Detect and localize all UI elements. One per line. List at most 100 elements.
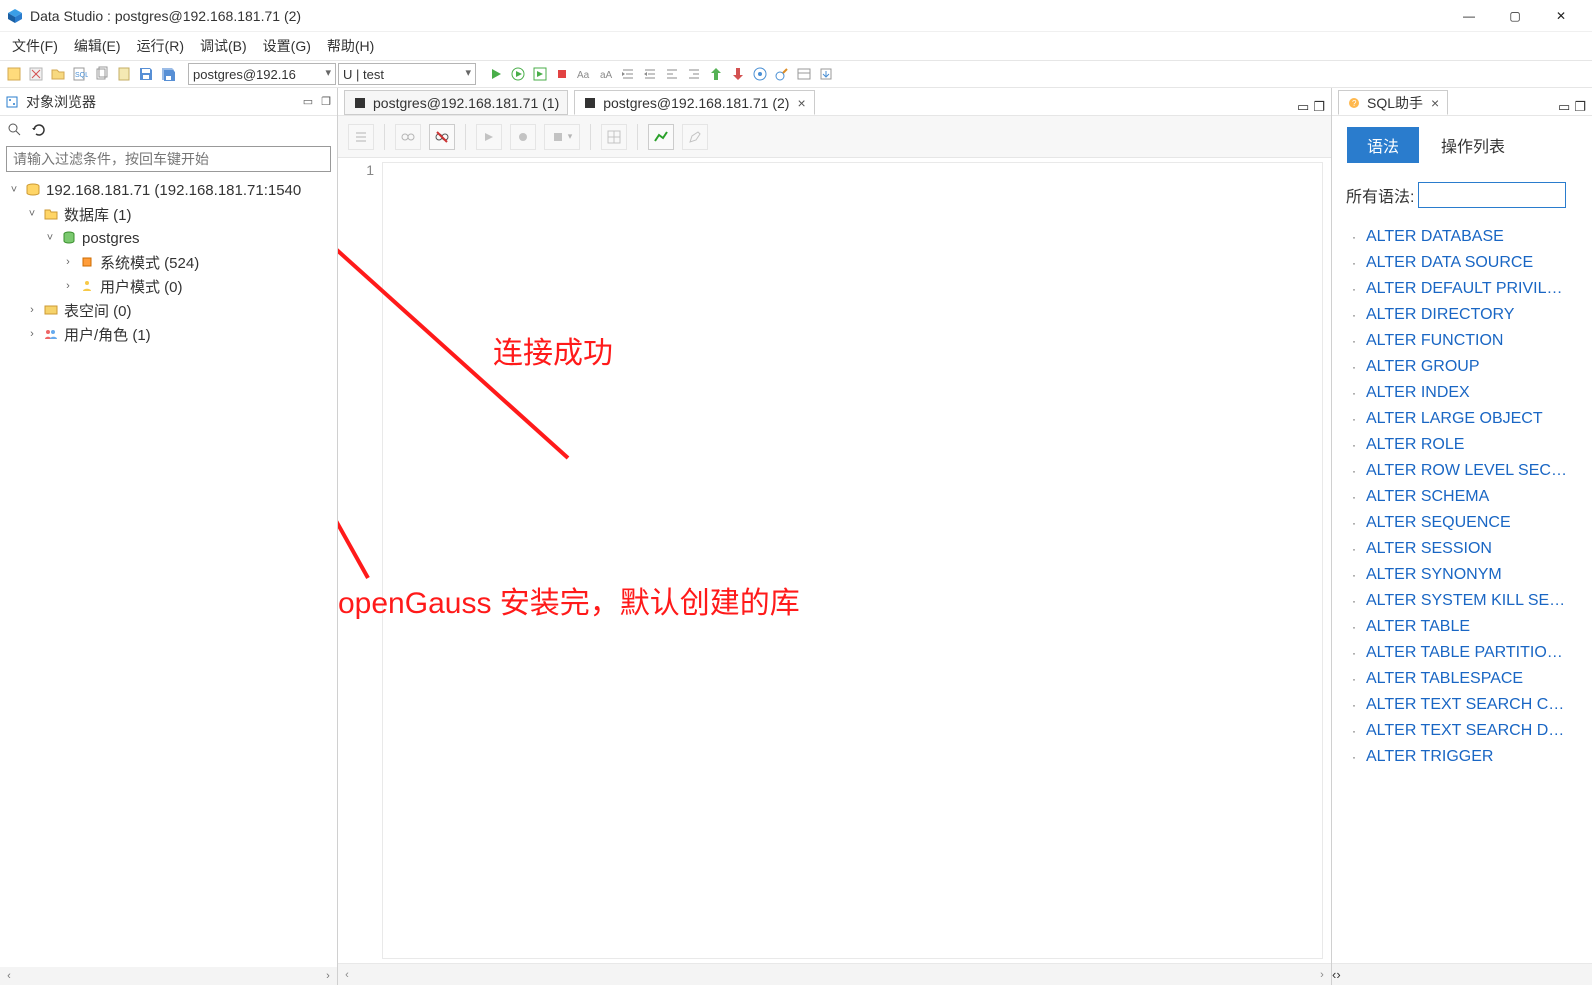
tree-system-schema-node[interactable]: › 系统模式 (524) [0,250,337,274]
menu-edit[interactable]: 编辑(E) [66,32,129,60]
run-new-icon[interactable] [530,64,550,84]
tree-user-schema-node[interactable]: › 用户模式 (0) [0,274,337,298]
sql-syntax-item[interactable]: ·ALTER TRIGGER [1346,744,1588,770]
save-all-icon[interactable] [158,64,178,84]
close-icon[interactable]: × [1431,95,1439,111]
plan-icon[interactable] [794,64,814,84]
new-sql-icon[interactable]: SQL [70,64,90,84]
menu-run[interactable]: 运行(R) [129,32,192,60]
sql-filter-input[interactable] [1418,182,1566,208]
connection-combo[interactable]: postgres@192.16 [188,63,336,85]
rollback-icon[interactable] [728,64,748,84]
sql-syntax-item[interactable]: ·ALTER TABLESPACE [1346,666,1588,692]
object-browser-hscrollbar[interactable]: ‹ › [0,967,337,985]
tree-users-roles-node[interactable]: › 用户/角色 (1) [0,322,337,346]
run-selected-icon[interactable] [508,64,528,84]
menu-file[interactable]: 文件(F) [4,32,66,60]
explain-icon[interactable] [750,64,770,84]
sql-syntax-item[interactable]: ·ALTER ROLE [1346,432,1588,458]
stop-icon[interactable] [552,64,572,84]
refresh-icon[interactable] [30,121,48,139]
sql-syntax-item[interactable]: ·ALTER SCHEMA [1346,484,1588,510]
panel-minimize-icon[interactable]: ▭ [1558,99,1570,115]
window-close-button[interactable]: ✕ [1538,0,1584,32]
scroll-right-icon[interactable]: › [319,967,337,985]
panel-restore-icon[interactable]: ❐ [1574,99,1586,115]
open-icon[interactable] [48,64,68,84]
scroll-left-icon[interactable]: ‹ [338,966,356,984]
chevron-down-icon[interactable]: ˅ [42,230,58,246]
chevron-down-icon[interactable]: ˅ [6,182,22,198]
tree-databases-node[interactable]: ˅ 数据库 (1) [0,202,337,226]
chevron-right-icon[interactable]: › [60,254,76,270]
run-icon[interactable] [486,64,506,84]
new-conn-icon[interactable] [4,64,24,84]
sql-syntax-item[interactable]: ·ALTER TEXT SEARCH D… [1346,718,1588,744]
sql-syntax-item[interactable]: ·ALTER TABLE PARTITIO… [1346,640,1588,666]
scroll-right-icon[interactable]: › [1313,966,1331,984]
indent-icon[interactable] [618,64,638,84]
code-textarea[interactable] [382,162,1323,959]
panel-minimize-icon[interactable]: ▭ [301,95,315,109]
sql-syntax-item[interactable]: ·ALTER TEXT SEARCH C… [1346,692,1588,718]
editor-tab-1[interactable]: postgres@192.168.181.71 (1) [344,90,568,115]
search-icon[interactable] [6,121,24,139]
et-chart-button[interactable] [648,124,674,150]
sql-syntax-item[interactable]: ·ALTER TABLE [1346,614,1588,640]
sql-syntax-item[interactable]: ·ALTER DATABASE [1346,224,1588,250]
schema-combo[interactable]: U | test [338,63,476,85]
et-break-button[interactable] [429,124,455,150]
scroll-right-icon[interactable]: › [1336,967,1340,982]
tree-server-node[interactable]: ˅ 192.168.181.71 (192.168.181.71:1540 [0,178,337,202]
sql-syntax-item[interactable]: ·ALTER SEQUENCE [1346,510,1588,536]
editor-hscrollbar[interactable]: ‹ › [338,963,1331,985]
subtab-syntax[interactable]: 语法 [1346,126,1420,164]
format-icon[interactable]: Aa [574,64,594,84]
tree-tablespaces-node[interactable]: › 表空间 (0) [0,298,337,322]
schema-combo-value: U | test [343,67,384,82]
sql-helper-tab[interactable]: ? SQL助手 × [1338,90,1448,115]
scroll-left-icon[interactable]: ‹ [0,967,18,985]
remove-conn-icon[interactable] [26,64,46,84]
align-right-icon[interactable] [684,64,704,84]
menu-debug[interactable]: 调试(B) [192,32,255,60]
window-minimize-button[interactable]: — [1446,0,1492,32]
sql-syntax-item[interactable]: ·ALTER DIRECTORY [1346,302,1588,328]
align-left-icon[interactable] [662,64,682,84]
sql-syntax-item[interactable]: ·ALTER SYNONYM [1346,562,1588,588]
sql-syntax-item[interactable]: ·ALTER GROUP [1346,354,1588,380]
commit-icon[interactable] [706,64,726,84]
copy-icon[interactable] [92,64,112,84]
tree-db-node[interactable]: ˅ postgres [0,226,337,250]
editor-area: postgres@192.168.181.71 (1) postgres@192… [338,88,1332,985]
window-maximize-button[interactable]: ▢ [1492,0,1538,32]
export-icon[interactable] [816,64,836,84]
sql-syntax-item[interactable]: ·ALTER DATA SOURCE [1346,250,1588,276]
sql-syntax-item[interactable]: ·ALTER INDEX [1346,380,1588,406]
paste-icon[interactable] [114,64,134,84]
sql-syntax-item[interactable]: ·ALTER SYSTEM KILL SE… [1346,588,1588,614]
sql-syntax-item[interactable]: ·ALTER DEFAULT PRIVIL… [1346,276,1588,302]
editor-tab-2[interactable]: postgres@192.168.181.71 (2) × [574,90,814,115]
close-icon[interactable]: × [797,95,805,111]
chevron-down-icon[interactable]: ˅ [24,206,40,222]
filter-input[interactable] [6,146,331,172]
chevron-right-icon[interactable]: › [24,326,40,342]
uppercase-icon[interactable]: aA [596,64,616,84]
sql-syntax-item[interactable]: ·ALTER LARGE OBJECT [1346,406,1588,432]
chevron-right-icon[interactable]: › [60,278,76,294]
save-icon[interactable] [136,64,156,84]
panel-restore-icon[interactable]: ❐ [1313,99,1325,115]
menu-help[interactable]: 帮助(H) [319,32,382,60]
sql-syntax-item[interactable]: ·ALTER FUNCTION [1346,328,1588,354]
outdent-icon[interactable] [640,64,660,84]
explain-analyze-icon[interactable] [772,64,792,84]
menu-settings[interactable]: 设置(G) [255,32,319,60]
sql-syntax-item[interactable]: ·ALTER ROW LEVEL SEC… [1346,458,1588,484]
panel-restore-icon[interactable]: ❐ [319,95,333,109]
chevron-right-icon[interactable]: › [24,302,40,318]
panel-minimize-icon[interactable]: ▭ [1297,99,1309,115]
sql-helper-hscrollbar[interactable]: ‹ › [1332,963,1592,985]
sql-syntax-item[interactable]: ·ALTER SESSION [1346,536,1588,562]
subtab-operations[interactable]: 操作列表 [1420,126,1526,164]
